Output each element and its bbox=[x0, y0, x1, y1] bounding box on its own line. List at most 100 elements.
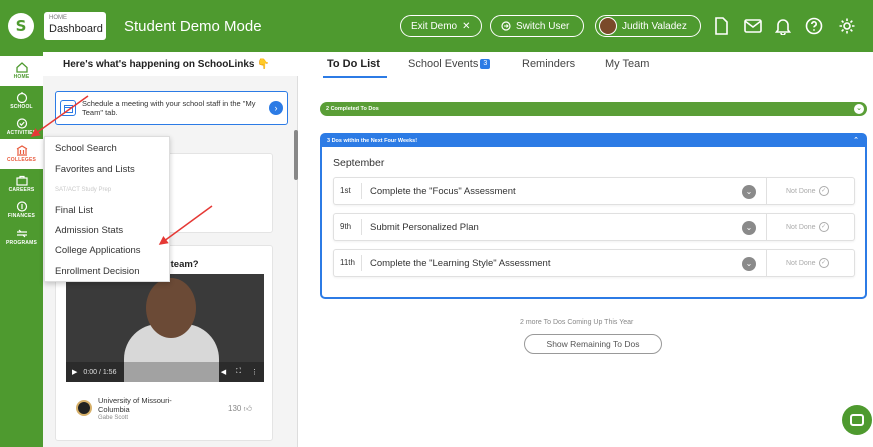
chevron-down-icon[interactable]: ⌄ bbox=[742, 221, 756, 235]
video-time: 0:00 / 1:56 bbox=[83, 368, 117, 376]
like-count: 130 bbox=[228, 404, 242, 413]
tab-school-events-label: School Events bbox=[408, 58, 479, 70]
close-icon: ✕ bbox=[462, 20, 471, 32]
activities-icon bbox=[16, 118, 27, 129]
tab-to-do-list[interactable]: To Do List bbox=[327, 58, 380, 70]
due-soon-panel: 3 Dos within the Next Four Weeks! ⌃ Sept… bbox=[320, 133, 867, 299]
schedule-meeting-text: Schedule a meeting with your school staf… bbox=[82, 99, 256, 117]
file-icon[interactable] bbox=[710, 15, 732, 37]
play-icon[interactable]: ▶ bbox=[72, 368, 77, 376]
menu-item-study-prep[interactable]: SAT/ACT Study Prep bbox=[55, 187, 111, 193]
calendar-icon bbox=[60, 100, 76, 116]
menu-item-admission-stats[interactable]: Admission Stats bbox=[55, 225, 123, 236]
nav-item-programs[interactable]: PROGRAMS bbox=[0, 222, 43, 252]
menu-item-final-list[interactable]: Final List bbox=[55, 205, 93, 216]
completed-todos-bar[interactable]: 2 Completed To Dos ⌄ bbox=[320, 102, 867, 116]
colleges-dropdown-menu: School Search Favorites and Lists SAT/AC… bbox=[44, 136, 170, 282]
university-row[interactable]: University of Missouri-Columbia Gabe Sco… bbox=[76, 396, 188, 423]
nav-label-colleges: COLLEGES bbox=[6, 157, 37, 163]
left-nav: HOME SCHOOL ACTIVITIES COLLEGES CAREERS … bbox=[0, 52, 43, 447]
chevron-down-icon[interactable]: ⌄ bbox=[854, 104, 864, 114]
video-thumbnail-face bbox=[146, 278, 196, 338]
tab-reminders[interactable]: Reminders bbox=[522, 58, 575, 70]
todo-status[interactable]: Not Done ✓ bbox=[786, 186, 829, 196]
fullscreen-icon[interactable]: ⛶ bbox=[236, 368, 241, 376]
tab-school-events[interactable]: School Events 3 bbox=[408, 58, 491, 70]
feed-heading: Here's what's happening on SchooLinks 👇 bbox=[43, 52, 298, 76]
chevron-up-icon[interactable]: ⌃ bbox=[853, 135, 859, 147]
schoolinks-logo-icon[interactable]: S bbox=[8, 13, 34, 39]
active-tab-indicator bbox=[323, 76, 387, 78]
todo-title: Submit Personalized Plan bbox=[370, 221, 479, 233]
todo-date: 9th bbox=[334, 219, 362, 235]
todo-title: Complete the "Learning Style" Assessment bbox=[370, 257, 551, 269]
more-todos-text: 2 more To Dos Coming Up This Year bbox=[520, 319, 634, 326]
exit-demo-label: Exit Demo bbox=[411, 20, 458, 32]
tab-my-team[interactable]: My Team bbox=[605, 58, 649, 70]
volume-icon[interactable]: ◀ bbox=[221, 368, 226, 376]
schedule-meeting-card[interactable]: Schedule a meeting with your school staf… bbox=[55, 91, 288, 125]
menu-item-school-search[interactable]: School Search bbox=[55, 143, 117, 154]
school-icon bbox=[16, 92, 27, 103]
month-label: September bbox=[333, 157, 385, 169]
dashboard-small-label: HOME bbox=[49, 15, 67, 21]
careers-icon bbox=[15, 175, 28, 186]
university-name: University of Missouri-Columbia bbox=[98, 396, 172, 414]
like-button[interactable]: 130 👍︎ bbox=[228, 404, 252, 414]
mode-title: Student Demo Mode bbox=[124, 17, 262, 35]
nav-item-finances[interactable]: FINANCES bbox=[0, 195, 43, 225]
avatar bbox=[599, 17, 617, 35]
exit-demo-button[interactable]: Exit Demo ✕ bbox=[400, 15, 482, 37]
chat-button[interactable] bbox=[842, 405, 872, 435]
check-circle-icon: ✓ bbox=[818, 186, 829, 196]
thumbs-up-icon: 👍︎ bbox=[243, 404, 252, 413]
check-circle-icon: ✓ bbox=[818, 258, 829, 268]
events-count-badge: 3 bbox=[480, 59, 491, 70]
dashboard-label: Dashboard bbox=[49, 23, 103, 35]
user-menu-button[interactable]: Judith Valadez bbox=[595, 15, 701, 37]
todo-row[interactable]: 11th Complete the "Learning Style" Asses… bbox=[333, 249, 855, 277]
todo-status[interactable]: Not Done ✓ bbox=[786, 222, 829, 232]
bell-icon[interactable] bbox=[772, 15, 794, 37]
dashboard-button[interactable]: HOME Dashboard bbox=[44, 12, 106, 40]
menu-item-favorites-lists[interactable]: Favorites and Lists bbox=[55, 164, 135, 175]
check-circle-icon: ✓ bbox=[818, 222, 829, 232]
nav-item-home[interactable]: HOME bbox=[0, 56, 43, 86]
chat-icon bbox=[850, 414, 864, 426]
nav-label-activities: ACTIVITIES bbox=[6, 130, 37, 136]
home-icon bbox=[15, 62, 28, 73]
nav-label-programs: PROGRAMS bbox=[5, 240, 38, 246]
mail-icon[interactable] bbox=[742, 15, 764, 37]
switch-user-button[interactable]: Switch User bbox=[490, 15, 584, 37]
programs-icon bbox=[16, 229, 27, 238]
show-remaining-button[interactable]: Show Remaining To Dos bbox=[524, 334, 662, 354]
finances-icon bbox=[16, 201, 27, 212]
more-vertical-icon[interactable]: ⋮ bbox=[251, 368, 258, 376]
nav-label-careers: CAREERS bbox=[8, 187, 35, 193]
todo-status[interactable]: Not Done ✓ bbox=[786, 258, 829, 268]
todo-row[interactable]: 9th Submit Personalized Plan ⌄ Not Done ✓ bbox=[333, 213, 855, 241]
help-icon[interactable] bbox=[803, 15, 825, 37]
nav-item-colleges[interactable]: COLLEGES bbox=[0, 139, 43, 169]
nav-item-activities[interactable]: ACTIVITIES bbox=[0, 112, 43, 142]
menu-item-enrollment-decision[interactable]: Enrollment Decision bbox=[55, 266, 139, 277]
gear-icon[interactable] bbox=[836, 15, 858, 37]
due-soon-title: 3 Dos within the Next Four Weeks! bbox=[327, 138, 418, 144]
nav-label-finances: FINANCES bbox=[7, 213, 36, 219]
tab-bar: To Do List School Events 3 Reminders My T… bbox=[298, 52, 873, 78]
menu-item-college-applications[interactable]: College Applications bbox=[55, 245, 141, 256]
user-name: Judith Valadez bbox=[622, 20, 687, 32]
switch-user-icon bbox=[501, 21, 511, 31]
completed-todos-label: 2 Completed To Dos bbox=[326, 106, 379, 112]
chevron-down-icon[interactable]: ⌄ bbox=[742, 257, 756, 271]
chevron-down-icon[interactable]: ⌄ bbox=[742, 185, 756, 199]
due-soon-header[interactable]: 3 Dos within the Next Four Weeks! ⌃ bbox=[322, 135, 865, 147]
video-player[interactable]: ▶ 0:00 / 1:56 ◀ ⛶ ⋮ bbox=[66, 274, 264, 382]
university-logo bbox=[76, 400, 92, 416]
chevron-right-icon[interactable]: › bbox=[269, 101, 283, 115]
todo-date: 1st bbox=[334, 183, 362, 199]
todo-title: Complete the "Focus" Assessment bbox=[370, 185, 516, 197]
todo-row[interactable]: 1st Complete the "Focus" Assessment ⌄ No… bbox=[333, 177, 855, 205]
main-panel: To Do List School Events 3 Reminders My T… bbox=[298, 52, 873, 447]
nav-label-home: HOME bbox=[13, 74, 30, 80]
